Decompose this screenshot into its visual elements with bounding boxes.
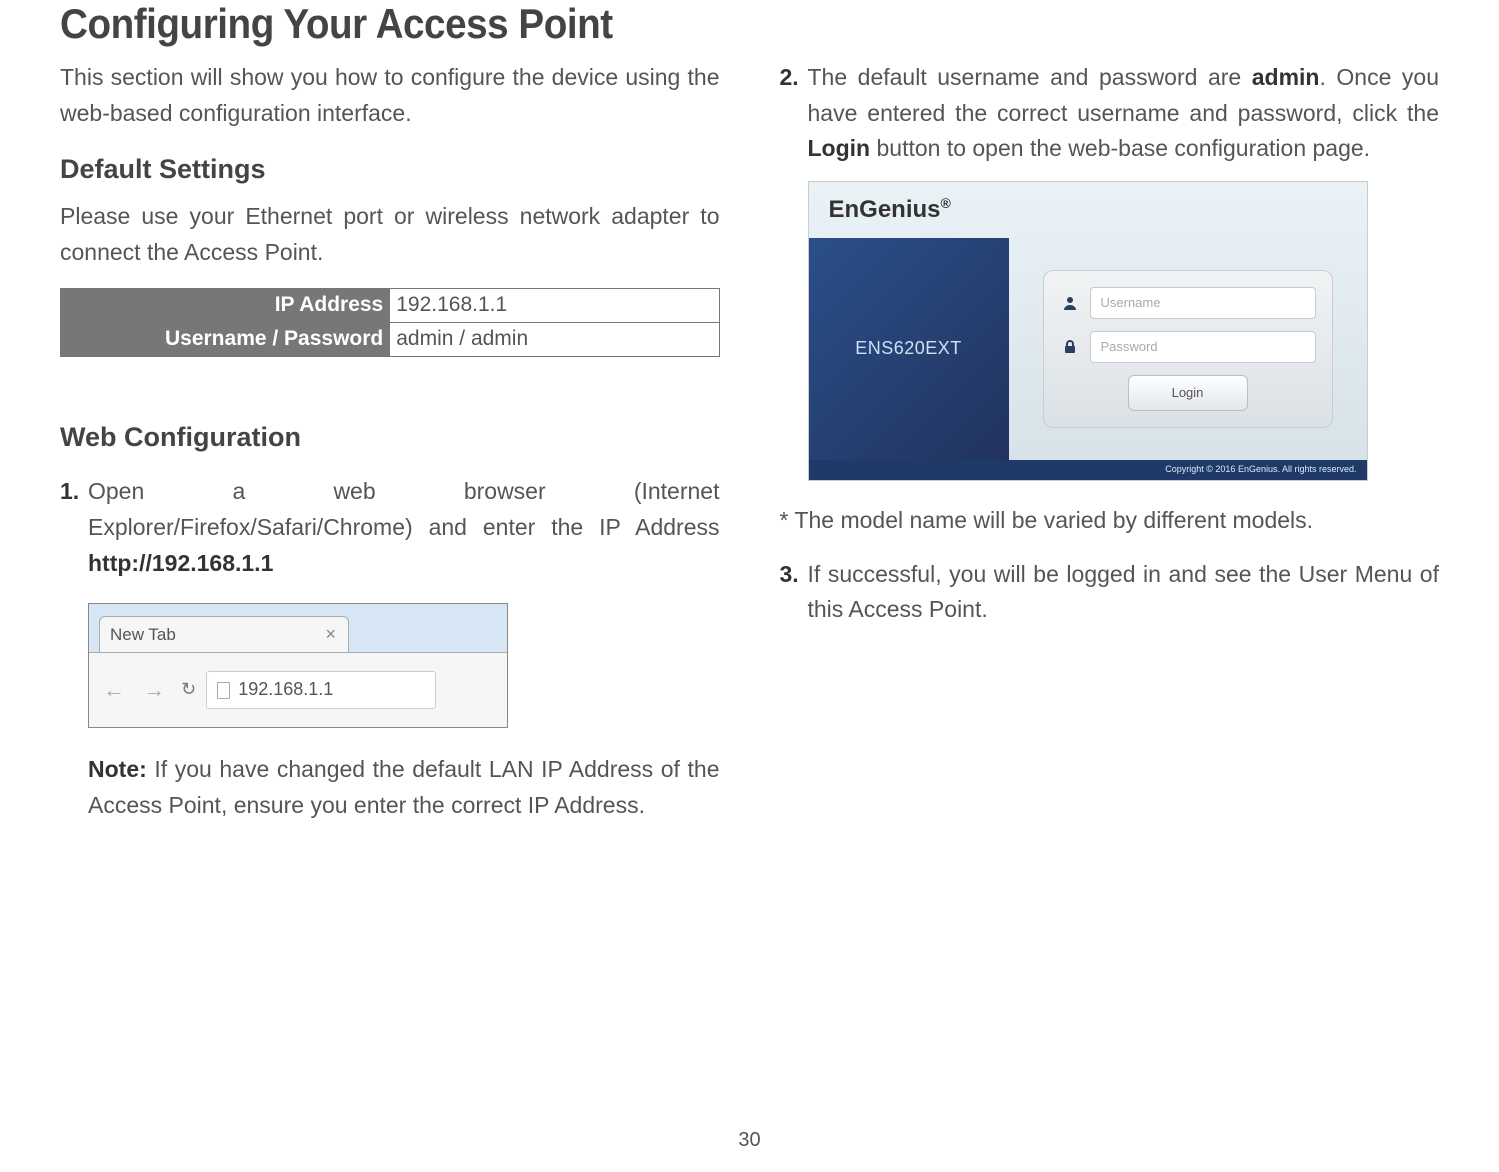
reload-icon[interactable]: ↻ xyxy=(181,676,196,704)
close-icon[interactable]: × xyxy=(325,621,336,649)
step1-text: Open a web browser (Internet Explorer/Fi… xyxy=(88,474,720,581)
tab-label: New Tab xyxy=(110,622,176,648)
step-number: 2. xyxy=(780,60,808,167)
settings-table: IP Address 192.168.1.1 Username / Passwo… xyxy=(60,288,720,356)
step2-text: The default username and password are ad… xyxy=(808,60,1440,167)
password-input[interactable]: Password xyxy=(1090,331,1316,363)
page-icon xyxy=(217,682,230,699)
creds-value: admin / admin xyxy=(390,322,719,356)
login-button[interactable]: Login xyxy=(1128,375,1248,411)
step-number: 3. xyxy=(780,557,808,628)
default-settings-instruction: Please use your Ethernet port or wireles… xyxy=(60,199,720,270)
browser-tab[interactable]: New Tab × xyxy=(99,616,349,652)
nav-arrows-icon[interactable]: ← → xyxy=(103,673,171,707)
ip-value: 192.168.1.1 xyxy=(390,289,719,323)
brand-logo: EnGenius® xyxy=(809,182,1367,238)
browser-mock: New Tab × ← → ↻ 192.168.1.1 xyxy=(88,603,508,728)
default-settings-heading: Default Settings xyxy=(60,149,720,191)
intro-text: This section will show you how to config… xyxy=(60,60,720,131)
login-panel: Username Password Login xyxy=(1043,270,1333,428)
login-screenshot: EnGenius® ENS620EXT Username xyxy=(808,181,1368,481)
table-row: IP Address 192.168.1.1 xyxy=(61,289,720,323)
login-footer: Copyright © 2016 EnGenius. All rights re… xyxy=(809,460,1367,480)
note-text: Note: If you have changed the default LA… xyxy=(60,752,720,823)
page-number: 30 xyxy=(738,1129,760,1152)
address-text: 192.168.1.1 xyxy=(238,676,333,704)
model-label: ENS620EXT xyxy=(855,335,962,363)
step3-text: If successful, you will be logged in and… xyxy=(808,557,1440,628)
username-input[interactable]: Username xyxy=(1090,287,1316,319)
table-row: Username / Password admin / admin xyxy=(61,322,720,356)
lock-icon xyxy=(1060,337,1080,357)
ip-label: IP Address xyxy=(61,289,390,323)
model-note: * The model name will be varied by diffe… xyxy=(780,503,1440,539)
address-bar[interactable]: 192.168.1.1 xyxy=(206,671,436,709)
step-number: 1. xyxy=(60,474,88,581)
page-title: Configuring Your Access Point xyxy=(60,0,1329,48)
creds-label: Username / Password xyxy=(61,322,390,356)
device-image-panel: ENS620EXT xyxy=(809,238,1009,460)
user-icon xyxy=(1060,293,1080,313)
web-config-heading: Web Configuration xyxy=(60,417,720,459)
